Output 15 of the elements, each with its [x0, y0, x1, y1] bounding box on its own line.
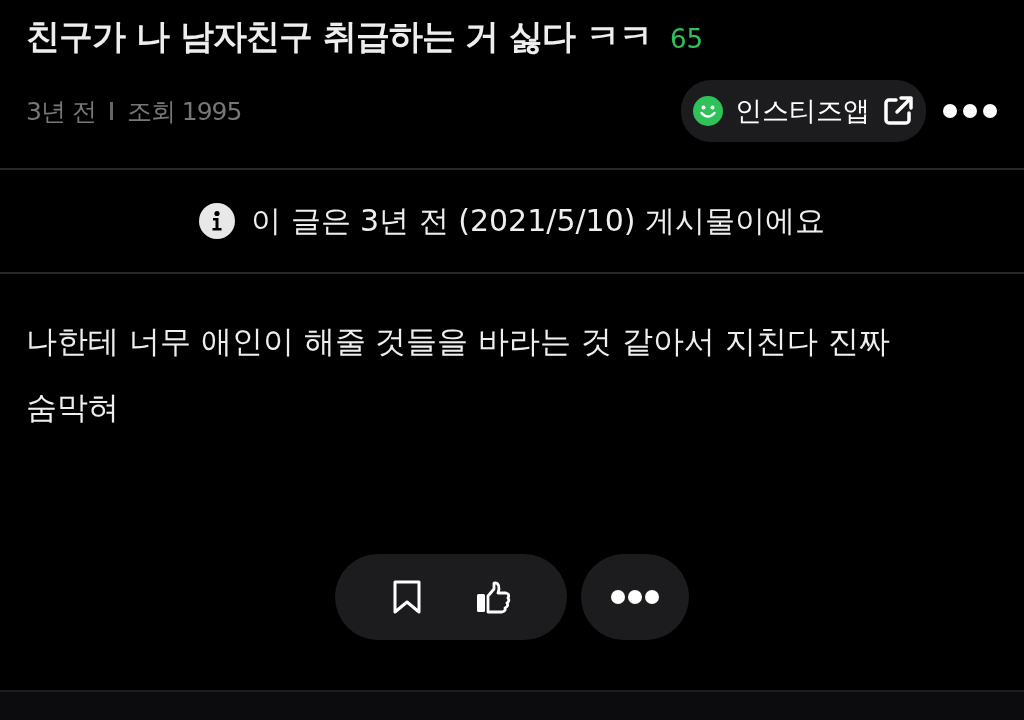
- notice-text: 이 글은 3년 전 (2021/5/10) 게시물이에요: [251, 201, 825, 240]
- bookmark-icon[interactable]: [391, 579, 422, 615]
- comment-count: 65: [670, 24, 704, 54]
- post-title: 친구가 나 남자친구 취급하는 거 싫다 ㅋㅋ: [26, 15, 653, 58]
- more-icon: [610, 589, 660, 605]
- view-count: 조회 1995: [126, 95, 242, 128]
- external-link-icon: [882, 95, 914, 127]
- info-icon: [199, 203, 235, 239]
- post-time: 3년 전: [26, 95, 96, 128]
- app-button[interactable]: 인스티즈앱: [681, 80, 926, 142]
- more-icon[interactable]: [942, 103, 998, 119]
- body-text: 나한테 너무 애인이 해줄 것들을 바라는 것 같아서 지친다 진짜: [26, 322, 891, 361]
- thumbs-up-icon[interactable]: [474, 580, 511, 614]
- smiley-icon: [693, 96, 723, 126]
- body-text: 숨막혀: [26, 388, 120, 427]
